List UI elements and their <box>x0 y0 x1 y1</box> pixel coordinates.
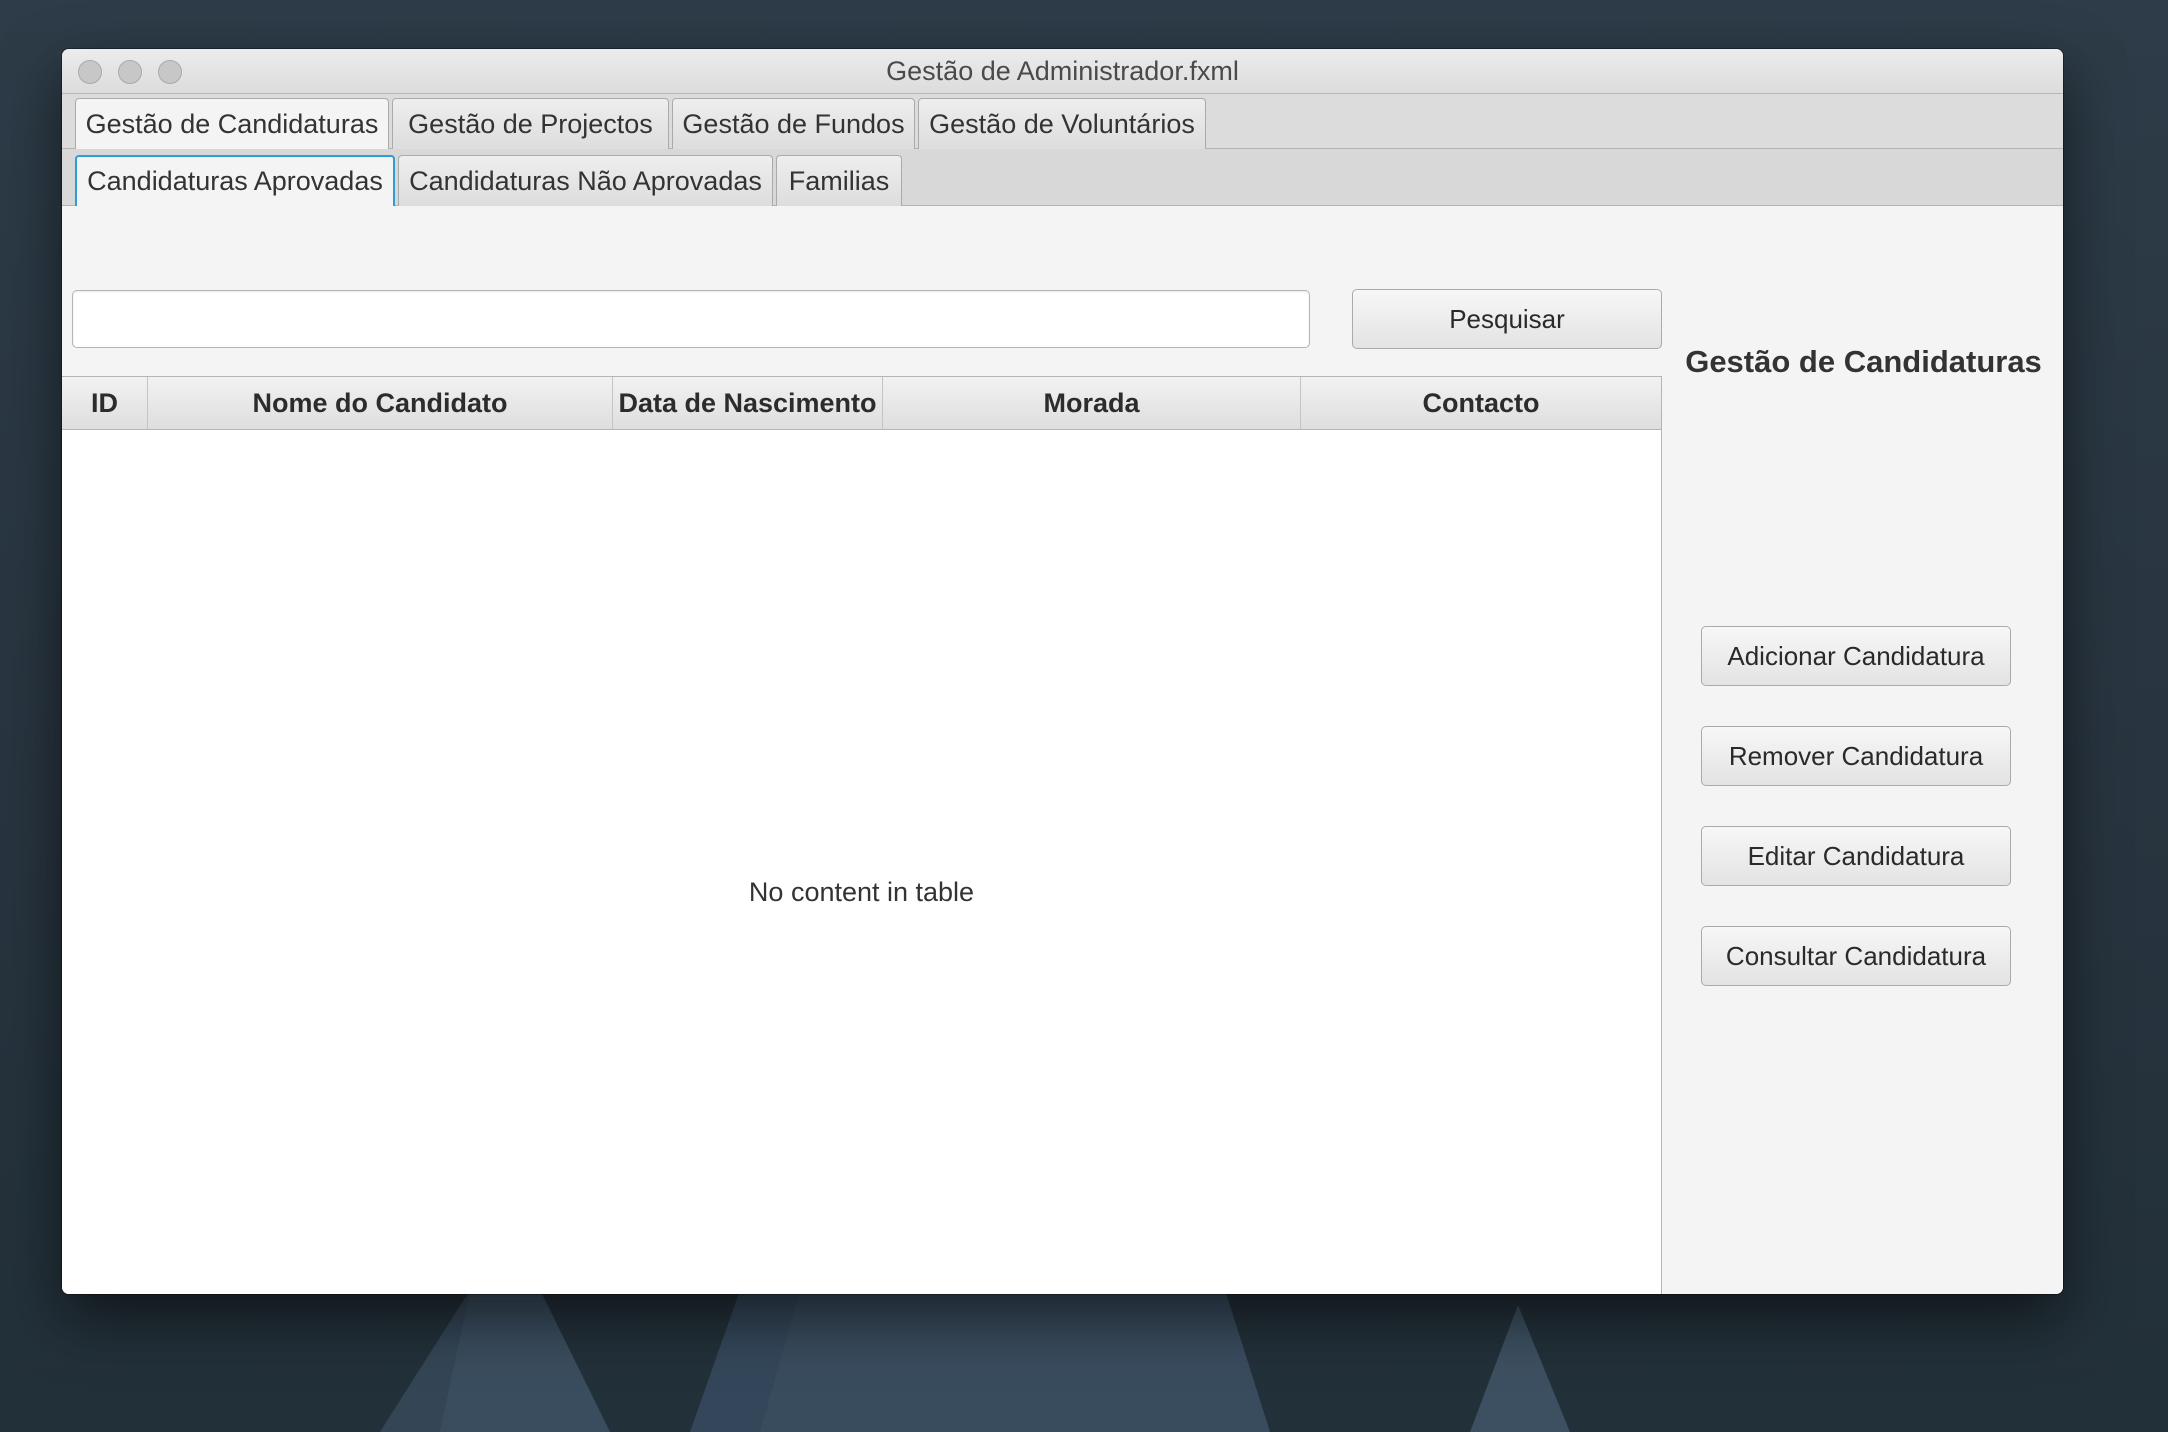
search-input[interactable] <box>72 290 1310 348</box>
column-header-id[interactable]: ID <box>62 377 148 429</box>
column-header-data-de-nascimento[interactable]: Data de Nascimento <box>613 377 883 429</box>
add-candidatura-button[interactable]: Adicionar Candidatura <box>1701 626 2011 686</box>
sub-tab-bar: Candidaturas Aprovadas Candidaturas Não … <box>62 149 2063 206</box>
tab-gestao-de-voluntarios[interactable]: Gestão de Voluntários <box>918 98 1206 149</box>
column-header-nome-do-candidato[interactable]: Nome do Candidato <box>148 377 613 429</box>
tab-familias[interactable]: Familias <box>776 155 902 206</box>
table-empty-placeholder: No content in table <box>748 877 975 907</box>
tab-content: Pesquisar ID Nome do Candidato Data de N… <box>62 206 2063 1294</box>
title-bar: Gestão de Administrador.fxml <box>62 49 2063 94</box>
tab-gestao-de-fundos[interactable]: Gestão de Fundos <box>672 98 915 149</box>
candidaturas-table[interactable]: ID Nome do Candidato Data de Nascimento … <box>62 376 1662 1294</box>
column-header-morada[interactable]: Morada <box>883 377 1301 429</box>
main-tab-bar: Gestão de Candidaturas Gestão de Project… <box>62 94 2063 149</box>
search-button[interactable]: Pesquisar <box>1352 289 1662 349</box>
edit-candidatura-button[interactable]: Editar Candidatura <box>1701 826 2011 886</box>
window-title: Gestão de Administrador.fxml <box>886 56 1239 86</box>
app-window: Gestão de Administrador.fxml Gestão de C… <box>62 49 2063 1294</box>
tab-candidaturas-nao-aprovadas[interactable]: Candidaturas Não Aprovadas <box>398 155 773 206</box>
tab-gestao-de-projectos[interactable]: Gestão de Projectos <box>392 98 669 149</box>
column-header-contacto[interactable]: Contacto <box>1301 377 1661 429</box>
view-candidatura-button[interactable]: Consultar Candidatura <box>1701 926 2011 986</box>
side-panel-title: Gestão de Candidaturas <box>1685 344 2042 379</box>
remove-candidatura-button[interactable]: Remover Candidatura <box>1701 726 2011 786</box>
tab-candidaturas-aprovadas[interactable]: Candidaturas Aprovadas <box>75 155 395 206</box>
table-header: ID Nome do Candidato Data de Nascimento … <box>62 377 1661 430</box>
tab-gestao-de-candidaturas[interactable]: Gestão de Candidaturas <box>75 98 389 149</box>
